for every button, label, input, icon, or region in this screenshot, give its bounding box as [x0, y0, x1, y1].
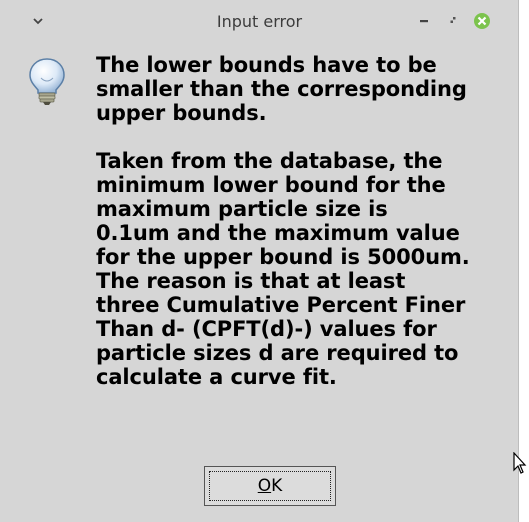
error-message: The lower bounds have to be smaller than…: [96, 53, 470, 389]
window-title: Input error: [216, 12, 303, 31]
input-error-dialog: Input error The lower bounds have to be …: [0, 0, 519, 522]
lightbulb-icon: [26, 56, 68, 106]
minimize-icon[interactable]: [413, 10, 435, 32]
mouse-cursor-icon: [513, 451, 527, 476]
maximize-icon[interactable]: [443, 10, 465, 32]
ok-mnemonic: O: [257, 476, 272, 496]
ok-label-rest: K: [271, 476, 283, 496]
close-icon[interactable]: [471, 10, 493, 32]
ok-button-label: OK: [258, 476, 283, 496]
ok-button[interactable]: OK: [204, 466, 336, 506]
title-bar[interactable]: Input error: [0, 0, 519, 46]
